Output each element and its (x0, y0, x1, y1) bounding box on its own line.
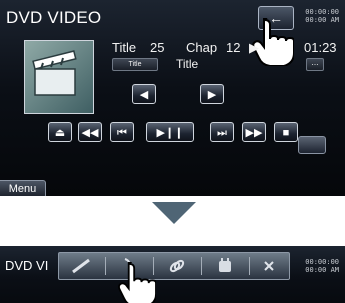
top-player-screen: DVD VIDEO ← 00:00:00 00:00 AM Title 25 C… (0, 0, 345, 196)
clock-line-1: 00:00:00 (305, 258, 339, 266)
chapter-label: Chap (186, 40, 218, 55)
screen-title: DVD VIDEO (6, 8, 102, 27)
play-pause-button[interactable]: ▶❙❙ (146, 122, 194, 142)
icon-separator (105, 257, 106, 275)
icon-separator (201, 257, 202, 275)
next-track-button[interactable]: ⏭ (210, 122, 234, 142)
menu-button[interactable]: Menu (0, 180, 46, 196)
eject-button[interactable]: ⏏ (48, 122, 72, 142)
stop-icon: ■ (282, 127, 290, 139)
clock-line-2: 00:00 AM (305, 16, 339, 24)
bottom-player-screen: DVD VI 00:00:00 00:00 AM (0, 246, 345, 303)
pen-icon-button[interactable] (59, 253, 103, 279)
title-tag[interactable]: Title (112, 58, 158, 71)
eject-icon: ⏏ (54, 127, 66, 139)
link-icon (169, 259, 185, 273)
previous-track-icon: ⏮ (117, 127, 127, 139)
play-pause-icon: ▶❙❙ (156, 127, 184, 139)
down-arrow (152, 202, 196, 224)
chapter-number: 12 (226, 40, 241, 55)
skip-previous-button[interactable]: ◀ (132, 84, 156, 104)
link-icon-button[interactable] (155, 253, 199, 279)
title-name: Title (176, 57, 199, 71)
rewind-icon: ◀◀ (81, 127, 99, 139)
screen-title-truncated: DVD VI (5, 258, 49, 273)
clock: 00:00:00 00:00 AM (305, 8, 339, 24)
close-icon (264, 261, 274, 271)
skip-next-icon: ▶ (207, 89, 217, 101)
clock-line-1: 00:00:00 (305, 8, 339, 16)
title-number: 25 (150, 40, 165, 55)
pen-icon (72, 258, 90, 274)
clock-line-2: 00:00 AM (305, 266, 339, 274)
skip-next-button[interactable]: ▶ (200, 84, 224, 104)
fast-forward-button[interactable]: ▶▶ (242, 122, 266, 142)
pointing-hand-icon (118, 262, 156, 303)
dvd-thumbnail (24, 40, 94, 114)
close-icon-button[interactable] (249, 253, 289, 279)
next-track-icon: ⏭ (217, 127, 227, 139)
play-state-indicator: ▶ (249, 40, 259, 55)
fast-forward-icon: ▶▶ (245, 127, 263, 139)
function-icon-bar (58, 252, 290, 280)
clapperboard-icon (32, 50, 77, 96)
stop-button[interactable]: ■ (274, 122, 298, 142)
track-info: Title 25 Chap 12 ▶ 01:23 (104, 40, 337, 56)
settings-icon (219, 258, 231, 272)
more-tag[interactable]: ⋯ (306, 58, 324, 71)
options-button[interactable] (298, 136, 326, 154)
clock: 00:00:00 00:00 AM (305, 258, 339, 274)
rewind-button[interactable]: ◀◀ (78, 122, 102, 142)
settings-icon-button[interactable] (203, 253, 247, 279)
skip-previous-icon: ◀ (139, 89, 149, 101)
title-label: Title (112, 40, 137, 55)
elapsed-time: 01:23 (304, 40, 337, 55)
previous-track-button[interactable]: ⏮ (110, 122, 134, 142)
